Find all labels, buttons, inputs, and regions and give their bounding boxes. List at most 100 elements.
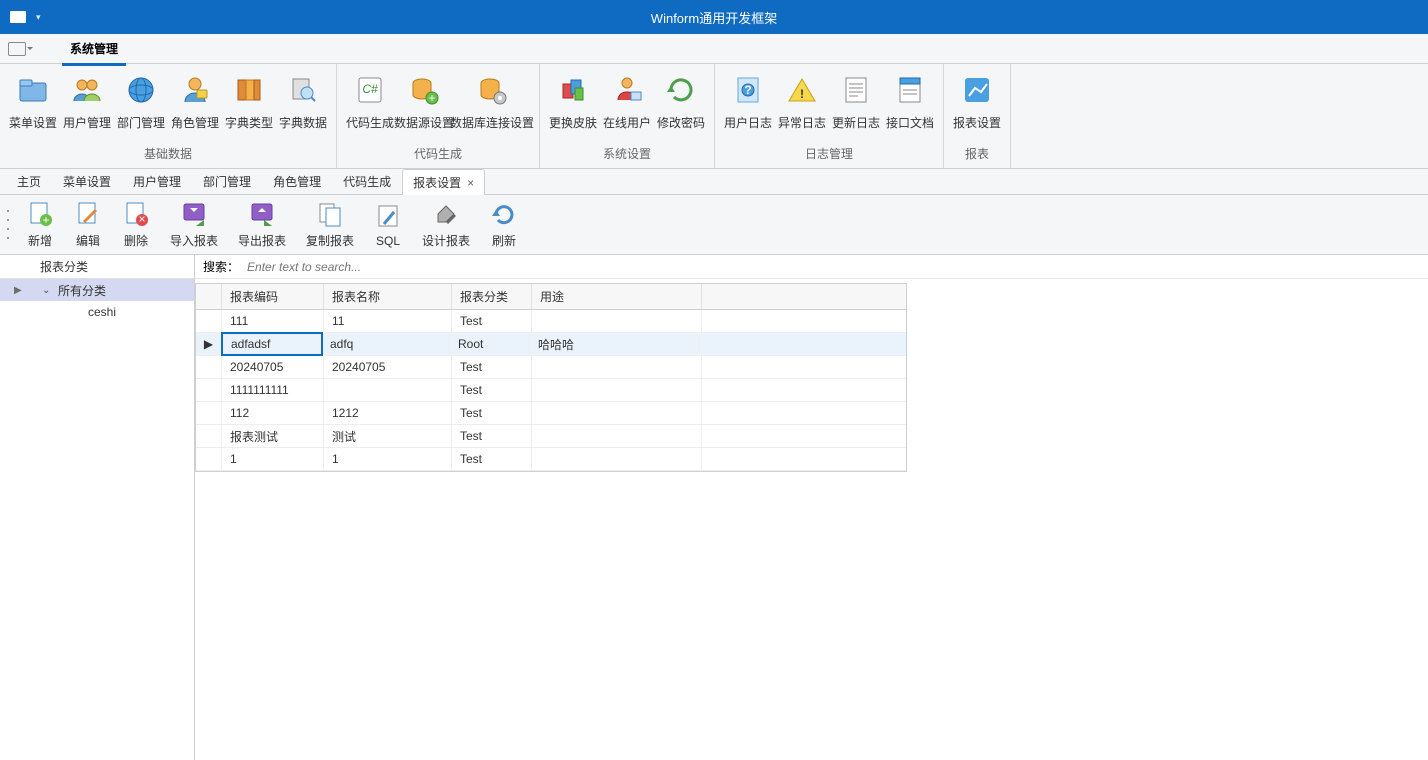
label: 修改密码 [657, 114, 705, 131]
cell-use [532, 448, 702, 470]
ribbon-btn-api-doc[interactable]: 接口文档 [883, 68, 937, 143]
books-icon [233, 74, 265, 106]
search-label: 搜索： [203, 258, 239, 275]
design-icon [432, 200, 460, 228]
ribbon-group-system-setting: 更换皮肤 在线用户 修改密码 系统设置 [540, 64, 715, 168]
title-bar: ▾ Winform通用开发框架 [0, 0, 1428, 34]
svg-text:+: + [42, 213, 49, 227]
cell-name: 1212 [324, 402, 452, 424]
toolbar-grip [4, 207, 12, 243]
ribbon-btn-datasource[interactable]: + 数据源设置 [397, 68, 451, 143]
grid-body: 11111Test▶adfadsfadfqRoot哈哈哈202407052024… [196, 310, 906, 471]
label: 字典类型 [225, 114, 273, 131]
ribbon-btn-online-user[interactable]: 在线用户 [600, 68, 654, 143]
ribbon-btn-skin[interactable]: 更换皮肤 [546, 68, 600, 143]
ribbon-btn-dict-type[interactable]: 字典类型 [222, 68, 276, 143]
report-grid: 报表编码 报表名称 报表分类 用途 11111Test▶adfadsfadfqR… [195, 283, 907, 472]
col-code[interactable]: 报表编码 [222, 284, 324, 309]
col-name[interactable]: 报表名称 [324, 284, 452, 309]
export-icon [248, 200, 276, 228]
tool-add[interactable]: + 新增 [16, 198, 64, 251]
label: 编辑 [76, 232, 100, 249]
tool-import[interactable]: 导入报表 [160, 198, 228, 251]
group-title: 报表 [950, 143, 1004, 166]
cell-code: 1111111111 [222, 379, 324, 401]
ribbon: 菜单设置 用户管理 部门管理 角色管理 字典类型 字典数据 [0, 64, 1428, 169]
tab-role-manage[interactable]: 角色管理 [262, 168, 332, 194]
menu-system-manage[interactable]: 系统管理 [62, 38, 126, 66]
sql-icon [374, 202, 402, 230]
row-indicator [196, 379, 222, 401]
ribbon-btn-dbconn[interactable]: 数据库连接设置 [451, 68, 533, 143]
tab-dept-manage[interactable]: 部门管理 [192, 168, 262, 194]
label: 字典数据 [279, 114, 327, 131]
search-input[interactable] [247, 260, 1428, 274]
tool-sql[interactable]: SQL [364, 200, 412, 250]
label: 菜单设置 [9, 114, 57, 131]
grid-header: 报表编码 报表名称 报表分类 用途 [196, 284, 906, 310]
tab-codegen[interactable]: 代码生成 [332, 168, 402, 194]
label: 更新日志 [832, 114, 880, 131]
ribbon-btn-role-manage[interactable]: 角色管理 [168, 68, 222, 143]
cell-code: 报表测试 [222, 425, 324, 447]
col-use[interactable]: 用途 [532, 284, 702, 309]
close-icon[interactable]: × [467, 176, 474, 190]
tree-child[interactable]: ceshi [0, 301, 194, 323]
row-indicator [196, 448, 222, 470]
ribbon-btn-user-log[interactable]: ? 用户日志 [721, 68, 775, 143]
label: 更换皮肤 [549, 114, 597, 131]
refresh-icon [490, 200, 518, 228]
svg-text:!: ! [800, 87, 804, 101]
import-icon [180, 200, 208, 228]
ribbon-btn-change-pwd[interactable]: 修改密码 [654, 68, 708, 143]
ribbon-group-basic-data: 菜单设置 用户管理 部门管理 角色管理 字典类型 字典数据 [0, 64, 337, 168]
tree-indicator-icon: ▶ [14, 285, 24, 296]
label: 刷新 [492, 232, 516, 249]
tool-refresh[interactable]: 刷新 [480, 198, 528, 251]
row-indicator [196, 402, 222, 424]
tool-copy[interactable]: 复制报表 [296, 198, 364, 251]
tab-home[interactable]: 主页 [6, 168, 52, 194]
tab-user-manage[interactable]: 用户管理 [122, 168, 192, 194]
tab-label: 报表设置 [413, 174, 461, 191]
col-category[interactable]: 报表分类 [452, 284, 532, 309]
table-row[interactable]: 报表测试测试Test [196, 425, 906, 448]
table-row[interactable]: 11Test [196, 448, 906, 471]
content-area: 报表分类 ▶ ⌄ 所有分类 ceshi 搜索： 报表编码 [0, 255, 1428, 760]
ribbon-btn-user-manage[interactable]: 用户管理 [60, 68, 114, 143]
file-menu-icon[interactable] [8, 42, 26, 56]
row-indicator [196, 310, 222, 332]
ribbon-btn-codegen[interactable]: C# 代码生成 [343, 68, 397, 143]
table-row[interactable]: 1121212Test [196, 402, 906, 425]
ribbon-btn-update-log[interactable]: 更新日志 [829, 68, 883, 143]
page-toolbar: + 新增 编辑 × 删除 导入报表 导出报表 复制报表 SQL 设计报表 刷新 [0, 195, 1428, 255]
label: 新增 [28, 232, 52, 249]
tab-menu-setting[interactable]: 菜单设置 [52, 168, 122, 194]
group-title: 日志管理 [721, 143, 937, 166]
titlebar-left: ▾ [0, 11, 41, 23]
tool-edit[interactable]: 编辑 [64, 198, 112, 251]
table-row[interactable]: 11111Test [196, 310, 906, 333]
chevron-down-icon[interactable]: ⌄ [42, 285, 54, 296]
ribbon-btn-dept-manage[interactable]: 部门管理 [114, 68, 168, 143]
tool-export[interactable]: 导出报表 [228, 198, 296, 251]
qat-dropdown-icon[interactable]: ▾ [36, 12, 41, 23]
cell-code: adfadsf [221, 332, 323, 356]
mask-role-icon [179, 74, 211, 106]
globe-icon [125, 74, 157, 106]
cell-cat: Test [452, 356, 532, 378]
tab-report-setting[interactable]: 报表设置 × [402, 169, 485, 195]
tool-design[interactable]: 设计报表 [412, 198, 480, 251]
tree-root[interactable]: ▶ ⌄ 所有分类 [0, 279, 194, 301]
table-row[interactable]: 2024070520240705Test [196, 356, 906, 379]
ribbon-btn-menu-setting[interactable]: 菜单设置 [6, 68, 60, 143]
tool-delete[interactable]: × 删除 [112, 198, 160, 251]
ribbon-btn-report-setting[interactable]: 报表设置 [950, 68, 1004, 143]
label: 接口文档 [886, 114, 934, 131]
cell-code: 1 [222, 448, 324, 470]
ribbon-btn-error-log[interactable]: ! 异常日志 [775, 68, 829, 143]
table-row[interactable]: 1111111111Test [196, 379, 906, 402]
cell-use [532, 425, 702, 447]
table-row[interactable]: ▶adfadsfadfqRoot哈哈哈 [196, 333, 906, 356]
ribbon-btn-dict-data[interactable]: 字典数据 [276, 68, 330, 143]
